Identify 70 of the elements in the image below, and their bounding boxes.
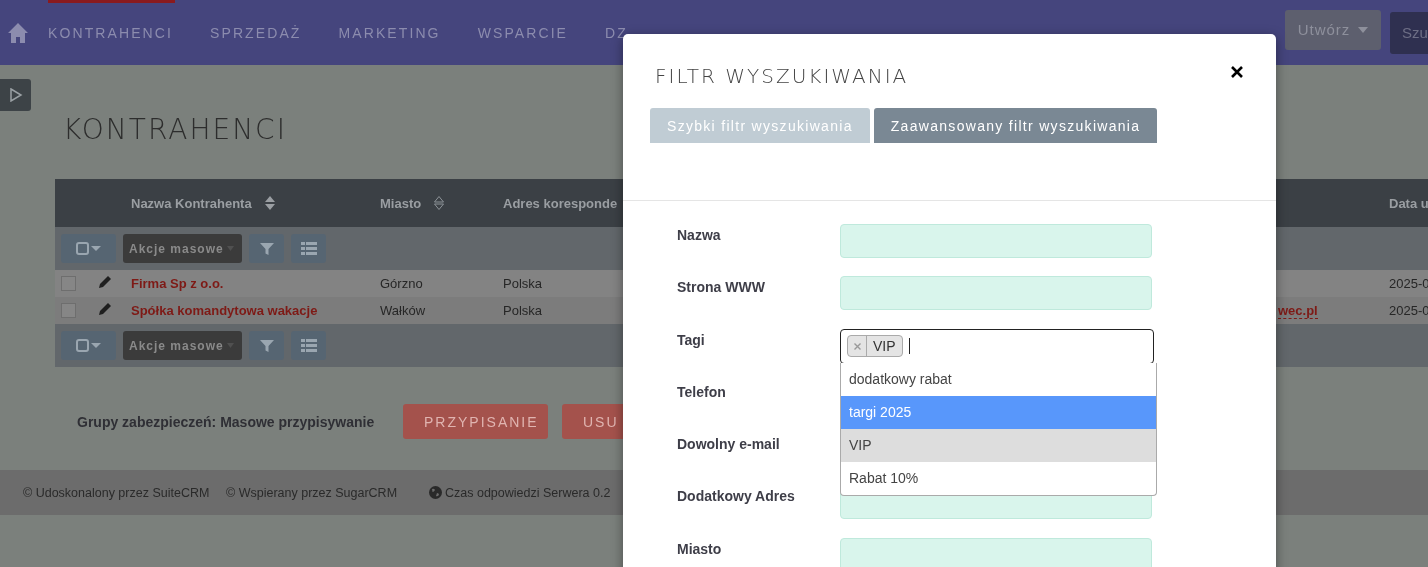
- globe-icon: [429, 486, 442, 499]
- field-label: Telefon: [677, 382, 727, 402]
- tag-chip[interactable]: VIP: [847, 335, 903, 358]
- nav-link[interactable]: WSPARCIE: [477, 24, 569, 41]
- table-cell: Polska: [503, 303, 543, 318]
- filter-tab[interactable]: Zaawansowany filtr wyszukiwania: [873, 108, 1158, 143]
- dropdown-option[interactable]: dodatkowy rabat: [841, 362, 1156, 396]
- columns-button[interactable]: [291, 234, 326, 263]
- company-link[interactable]: Firma Sp z o.o.: [131, 276, 224, 291]
- close-icon[interactable]: [1231, 66, 1243, 78]
- table-cell: Wałków: [380, 303, 426, 318]
- page-title: KONTRAHENCI: [63, 113, 287, 147]
- input-field[interactable]: [840, 537, 1152, 567]
- nav-link[interactable]: SPRZEDAŻ: [210, 24, 302, 41]
- dialog-title: FILTR WYSZUKIWANIA: [655, 64, 909, 88]
- filter-icon: [259, 241, 274, 256]
- select-dropdown-button[interactable]: [61, 331, 116, 360]
- list-icon: [300, 339, 317, 352]
- column-header[interactable]: Miasto: [380, 195, 422, 211]
- tags-field[interactable]: VIP: [840, 328, 1154, 364]
- pencil-icon[interactable]: [97, 274, 113, 290]
- field-label: Dodatkowy Adres: [677, 487, 796, 507]
- row-checkbox[interactable]: [61, 303, 76, 318]
- field-label: Nazwa: [677, 226, 722, 245]
- mass-actions-button[interactable]: Akcje masowe: [123, 234, 242, 263]
- field-label: Miasto: [677, 539, 723, 559]
- input-field[interactable]: [840, 224, 1152, 258]
- list-icon: [300, 242, 317, 255]
- caret-icon: [1358, 26, 1369, 33]
- email-link[interactable]: wec.pl: [1278, 303, 1318, 319]
- mass-assign-label: Grupy zabezpieczeń: Masowe przypisywanie: [77, 413, 376, 430]
- filter-button[interactable]: [249, 234, 284, 263]
- filter-tab[interactable]: Szybki filtr wyszukiwania: [650, 108, 870, 143]
- dropdown-option[interactable]: VIP: [841, 428, 1156, 462]
- pencil-icon[interactable]: [97, 301, 113, 317]
- select-dropdown-button[interactable]: [61, 234, 116, 263]
- dropdown-option[interactable]: targi 2025: [841, 395, 1156, 429]
- table-cell: Polska: [503, 276, 543, 291]
- dropdown-option[interactable]: Rabat 10%: [841, 461, 1156, 495]
- column-header[interactable]: Adres koresponde: [503, 195, 618, 211]
- input-field[interactable]: [840, 276, 1152, 311]
- sort-icon[interactable]: [433, 195, 446, 211]
- column-header[interactable]: Data u: [1389, 195, 1428, 211]
- column-header[interactable]: Nazwa Kontrahenta: [131, 195, 252, 211]
- search-button[interactable]: Szu: [1390, 11, 1428, 54]
- footer-text: Czas odpowiedzi Serwera 0.2: [445, 485, 611, 500]
- filter-icon: [259, 338, 274, 353]
- sidebar-toggle-button[interactable]: [0, 79, 31, 111]
- action-button[interactable]: PRZYPISANIE: [403, 404, 548, 439]
- row-checkbox[interactable]: [61, 276, 76, 291]
- nav-link[interactable]: DZ: [605, 24, 628, 41]
- text-cursor: [908, 338, 910, 355]
- field-label: Dowolny e-mail: [677, 435, 781, 455]
- footer-text: © Wspierany przez SugarCRM: [226, 485, 398, 500]
- remove-icon[interactable]: [853, 342, 861, 350]
- filter-button[interactable]: [249, 331, 284, 360]
- mass-actions-button[interactable]: Akcje masowe: [123, 331, 242, 360]
- footer-text: © Udoskonalony przez SuiteCRM: [23, 485, 210, 500]
- play-icon: [8, 88, 23, 102]
- nav-link[interactable]: MARKETING: [338, 24, 441, 41]
- columns-button[interactable]: [291, 331, 326, 360]
- checkbox-caret-icon: [75, 241, 102, 256]
- checkbox-caret-icon: [75, 338, 102, 353]
- nav-link[interactable]: KONTRAHENCI: [48, 24, 173, 41]
- home-icon[interactable]: [8, 21, 28, 44]
- field-label: Strona WWW: [677, 278, 766, 298]
- company-link[interactable]: Spółka komandytowa wakacje: [131, 303, 318, 318]
- table-cell: Górzno: [380, 276, 423, 291]
- field-label: Tagi: [677, 330, 706, 350]
- sort-icon[interactable]: [263, 195, 276, 211]
